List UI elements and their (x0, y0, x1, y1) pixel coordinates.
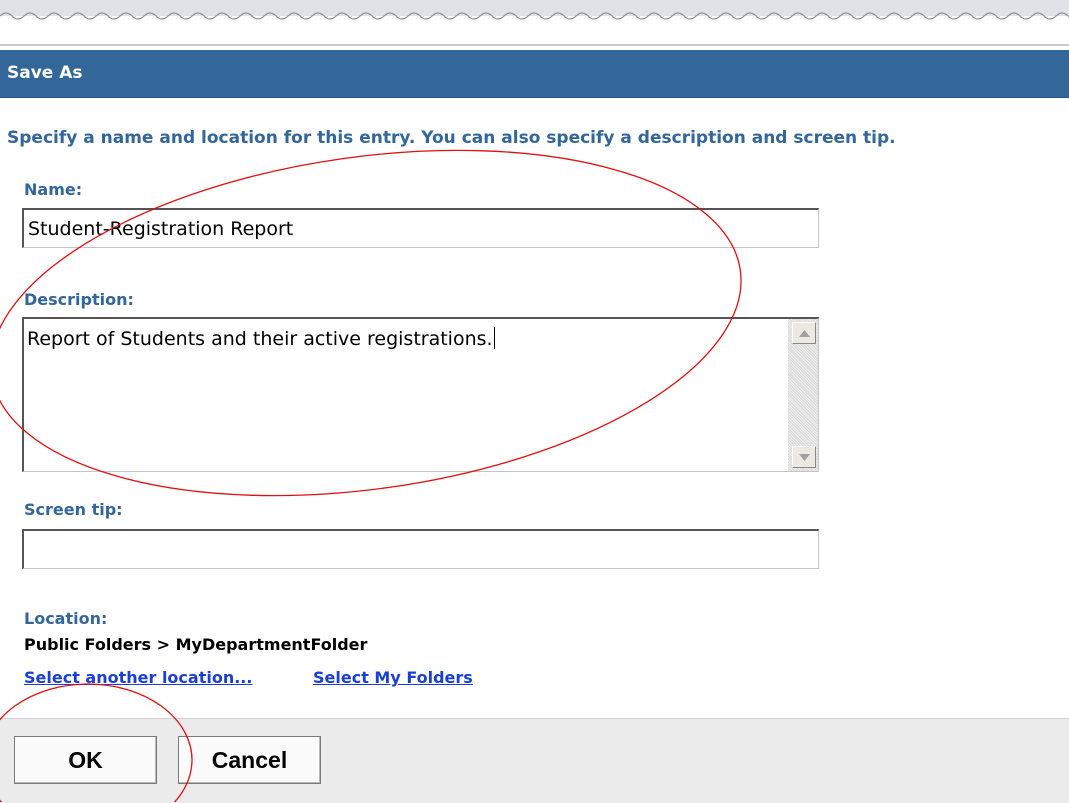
screen-tip-input[interactable] (22, 529, 819, 569)
arrow-down-icon (798, 453, 810, 461)
description-text: Report of Students and their active regi… (27, 327, 495, 350)
name-label: Name: (24, 180, 83, 199)
dialog-title: Save As (7, 63, 83, 83)
instruction-text: Specify a name and location for this ent… (7, 128, 896, 148)
screen-tip-label: Screen tip: (24, 500, 123, 519)
torn-edge-graphic (0, 12, 1069, 20)
location-label: Location: (24, 609, 108, 628)
description-label: Description: (24, 290, 134, 309)
button-bar (0, 718, 1069, 803)
cancel-button[interactable]: Cancel (178, 736, 321, 784)
torn-page-edge (0, 0, 1069, 48)
description-textarea[interactable]: Report of Students and their active regi… (22, 317, 819, 472)
description-scrollbar[interactable] (788, 319, 818, 471)
ok-button[interactable]: OK (14, 736, 157, 784)
dialog-title-bar: Save As (0, 50, 1069, 98)
select-another-location-link[interactable]: Select another location... (24, 668, 252, 687)
divider (0, 44, 1069, 46)
scroll-up-button[interactable] (792, 322, 816, 344)
location-path: Public Folders > MyDepartmentFolder (24, 635, 368, 654)
name-input[interactable] (22, 208, 819, 248)
text-caret (493, 327, 495, 349)
arrow-up-icon (798, 329, 810, 337)
scroll-down-button[interactable] (792, 446, 816, 468)
select-my-folders-link[interactable]: Select My Folders (313, 668, 473, 687)
